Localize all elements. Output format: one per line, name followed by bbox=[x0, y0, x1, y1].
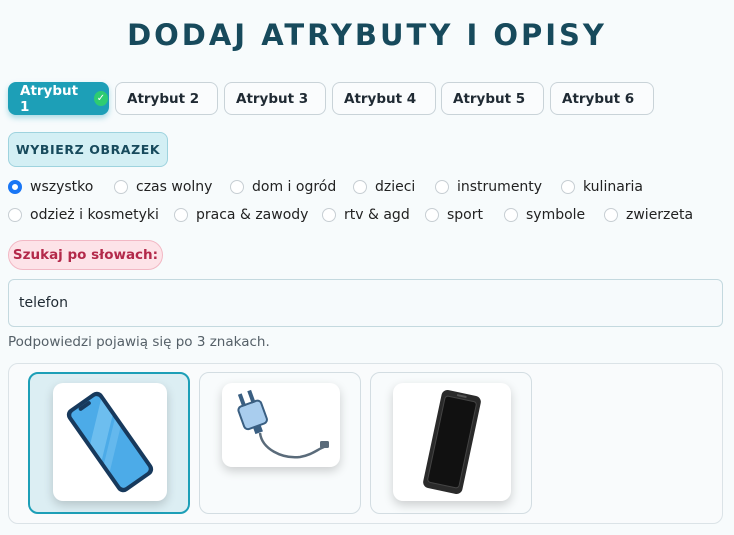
radio-czas-wolny[interactable]: czas wolny bbox=[114, 179, 212, 195]
tab-label: Atrybut 1 bbox=[20, 82, 79, 115]
radio-selected-icon bbox=[8, 180, 22, 194]
tab-label: Atrybut 2 bbox=[127, 90, 200, 107]
tab-label: Atrybut 5 bbox=[453, 90, 526, 107]
radio-instrumenty[interactable]: instrumenty bbox=[435, 179, 542, 195]
radio-sport[interactable]: sport bbox=[425, 207, 483, 223]
radio-zwierzeta[interactable]: zwierzeta bbox=[604, 207, 693, 223]
radio-label: instrumenty bbox=[457, 179, 543, 195]
tab-attribute-1[interactable]: Atrybut 1 ✓ bbox=[8, 82, 109, 115]
tab-label: Atrybut 4 bbox=[344, 90, 417, 107]
radio-icon bbox=[604, 208, 618, 222]
radio-label: dzieci bbox=[375, 179, 416, 195]
search-input[interactable] bbox=[8, 279, 723, 327]
radio-odziez-i-kosmetyki[interactable]: odzież i kosmetyki bbox=[8, 207, 159, 223]
search-hint: Podpowiedzi pojawią się po 3 znakach. bbox=[8, 334, 270, 350]
pick-image-button[interactable]: WYBIERZ OBRAZEK bbox=[8, 132, 168, 167]
radio-kulinaria[interactable]: kulinaria bbox=[561, 179, 643, 195]
radio-label: dom i ogród bbox=[252, 179, 337, 195]
radio-icon bbox=[435, 180, 449, 194]
radio-rtv-agd[interactable]: rtv & agd bbox=[322, 207, 410, 223]
tab-attribute-2[interactable]: Atrybut 2 bbox=[115, 82, 218, 115]
search-label-badge: Szukaj po słowach: bbox=[8, 240, 163, 270]
smartphone-blue-icon bbox=[53, 383, 167, 501]
radio-icon bbox=[425, 208, 439, 222]
radio-icon bbox=[230, 180, 244, 194]
smartphone-black-icon bbox=[393, 383, 511, 501]
phone-charger-icon bbox=[222, 383, 340, 467]
page-title: DODAJ ATRYBUTY I OPISY bbox=[127, 18, 607, 52]
radio-label: rtv & agd bbox=[344, 207, 410, 223]
radio-icon bbox=[353, 180, 367, 194]
radio-icon bbox=[561, 180, 575, 194]
tab-attribute-4[interactable]: Atrybut 4 bbox=[332, 82, 436, 115]
radio-icon bbox=[8, 208, 22, 222]
radio-label: kulinaria bbox=[583, 179, 644, 195]
image-result-card[interactable] bbox=[199, 372, 361, 514]
radio-symbole[interactable]: symbole bbox=[504, 207, 585, 223]
radio-label: sport bbox=[447, 207, 483, 223]
tab-attribute-5[interactable]: Atrybut 5 bbox=[441, 82, 544, 115]
radio-dom-i-ogrod[interactable]: dom i ogród bbox=[230, 179, 336, 195]
radio-wszystko[interactable]: wszystko bbox=[8, 179, 93, 195]
radio-praca-zawody[interactable]: praca & zawody bbox=[174, 207, 308, 223]
radio-label: symbole bbox=[526, 207, 586, 223]
radio-icon bbox=[114, 180, 128, 194]
tab-attribute-6[interactable]: Atrybut 6 bbox=[550, 82, 654, 115]
tab-attribute-3[interactable]: Atrybut 3 bbox=[224, 82, 326, 115]
radio-icon bbox=[504, 208, 518, 222]
radio-label: czas wolny bbox=[136, 179, 213, 195]
radio-icon bbox=[174, 208, 188, 222]
radio-dzieci[interactable]: dzieci bbox=[353, 179, 415, 195]
image-result-card[interactable] bbox=[28, 372, 190, 514]
radio-label: wszystko bbox=[30, 179, 94, 195]
tab-label: Atrybut 3 bbox=[236, 90, 309, 107]
radio-label: praca & zawody bbox=[196, 207, 309, 223]
tab-label: Atrybut 6 bbox=[562, 90, 635, 107]
check-icon: ✓ bbox=[93, 91, 108, 106]
radio-label: odzież i kosmetyki bbox=[30, 207, 159, 223]
radio-icon bbox=[322, 208, 336, 222]
radio-label: zwierzeta bbox=[626, 207, 694, 223]
image-results bbox=[8, 363, 723, 524]
image-result-card[interactable] bbox=[370, 372, 532, 514]
